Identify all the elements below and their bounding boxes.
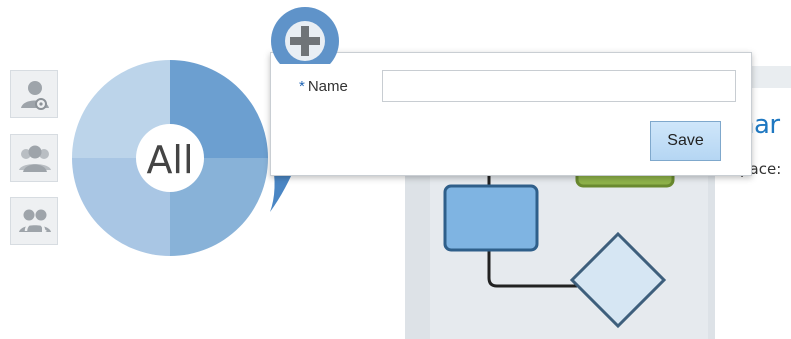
role-button-users-group[interactable] [10,134,58,182]
audience-segment-chart[interactable]: All [70,58,270,268]
process-node [443,184,539,252]
workflow-diagram [405,150,715,339]
chart-center-label: All [146,138,193,182]
role-button-users-swap[interactable] [10,197,58,245]
name-field-label: * Name [299,78,348,95]
users-swap-icon [19,209,51,234]
name-input[interactable] [382,70,736,102]
required-marker: * [299,78,305,95]
save-button[interactable]: Save [650,121,721,161]
user-gear-icon [21,81,49,110]
role-button-user-gear[interactable] [10,70,58,118]
add-button[interactable] [268,6,342,64]
users-group-icon [19,145,51,172]
create-dialog: * Name Save [270,52,752,176]
name-label-text: Name [307,78,348,95]
